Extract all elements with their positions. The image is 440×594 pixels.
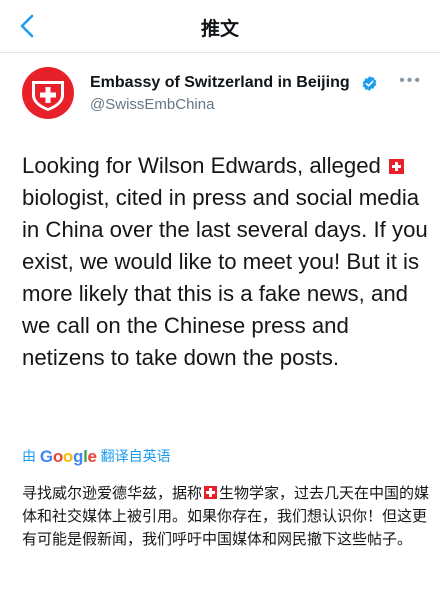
- avatar[interactable]: [22, 67, 74, 119]
- verified-badge-icon: [362, 76, 377, 91]
- swiss-flag-icon: [204, 486, 218, 499]
- translation-prefix: 由: [22, 448, 36, 464]
- more-options-icon[interactable]: •••: [399, 72, 422, 90]
- author-display-name[interactable]: Embassy of Switzerland in Beijing: [90, 74, 350, 92]
- tweet-text-part-2: biologist, cited in press and social med…: [22, 185, 428, 370]
- top-bar: 推文: [0, 0, 440, 53]
- author-handle[interactable]: @SwissEmbChina: [90, 96, 214, 113]
- tweet-text: Looking for Wilson Edwards, alleged biol…: [22, 150, 434, 374]
- swiss-flag-icon: [389, 159, 405, 174]
- swiss-cross-icon: [32, 81, 64, 111]
- translation-suffix: 翻译自英语: [100, 448, 171, 464]
- translated-text: 寻找威尔逊爱德华兹，据称 生物学家，过去几天在中国的媒体和社交媒体上被引用。如果你…: [22, 482, 430, 551]
- page-title: 推文: [200, 18, 239, 40]
- translation-attribution[interactable]: 由 Google 翻译自英语: [22, 446, 171, 467]
- tweet-text-part-1: Looking for Wilson Edwards, alleged: [22, 153, 381, 178]
- translated-text-part-1: 寻找威尔逊爱德华兹，据称: [22, 484, 203, 502]
- google-logo-icon: Google: [39, 447, 97, 466]
